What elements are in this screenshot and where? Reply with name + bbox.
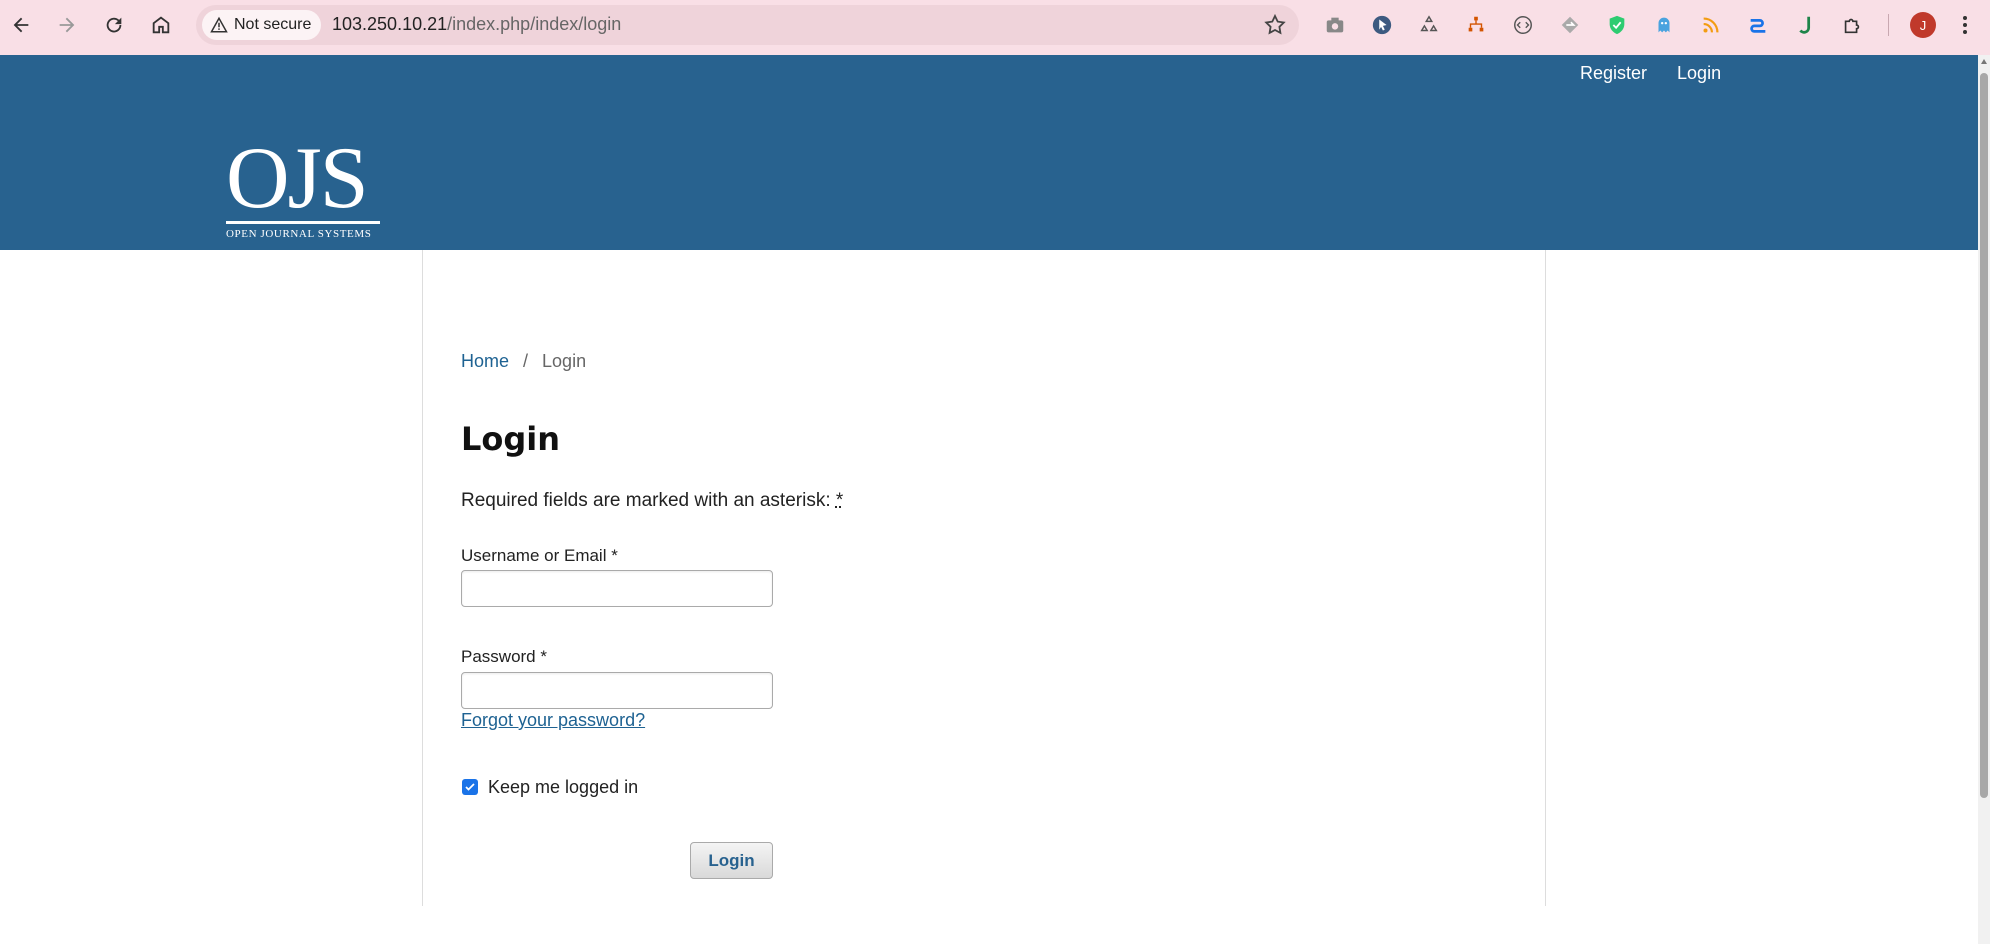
reload-icon[interactable] xyxy=(99,10,129,40)
profile-initial: J xyxy=(1919,17,1927,33)
cursor-extension-icon[interactable] xyxy=(1369,12,1395,38)
shield-extension-icon[interactable] xyxy=(1604,12,1630,38)
code-extension-icon[interactable] xyxy=(1510,12,1536,38)
password-input[interactable] xyxy=(461,672,773,709)
logo-tagline: OPEN JOURNAL SYSTEMS xyxy=(226,228,372,240)
required-note-text: Required fields are marked with an aster… xyxy=(461,490,831,511)
breadcrumb: Home / Login xyxy=(461,351,586,372)
checkmark-icon xyxy=(465,783,475,791)
translate-extension-icon[interactable] xyxy=(1745,12,1771,38)
required-fields-note: Required fields are marked with an aster… xyxy=(461,490,843,512)
username-label: Username or Email * xyxy=(461,546,618,565)
j-extension-icon[interactable] xyxy=(1792,12,1818,38)
ojs-logo[interactable]: OJS OPEN JOURNAL SYSTEMS xyxy=(226,130,380,243)
logo-mark: OJS xyxy=(226,130,369,227)
scroll-up-arrow-icon[interactable] xyxy=(1981,59,1987,64)
sitemap-extension-icon[interactable] xyxy=(1463,12,1489,38)
url-host: 103.250.10.21 xyxy=(332,14,448,34)
breadcrumb-current: Login xyxy=(542,351,587,371)
browser-menu-icon[interactable] xyxy=(1955,12,1975,38)
bookmark-star-icon[interactable] xyxy=(1263,13,1287,37)
required-asterisk: * xyxy=(835,490,844,511)
breadcrumb-home-link[interactable]: Home xyxy=(461,351,509,372)
ghost-extension-icon[interactable] xyxy=(1651,12,1677,38)
back-icon[interactable] xyxy=(6,10,36,40)
password-label: Password * xyxy=(461,647,547,666)
recycle-extension-icon[interactable] xyxy=(1416,12,1442,38)
forgot-password-link[interactable]: Forgot your password? xyxy=(461,710,645,731)
site-header: Register Login OJS OPEN JOURNAL SYSTEMS xyxy=(0,55,1978,250)
toolbar-divider xyxy=(1888,14,1889,36)
profile-avatar[interactable]: J xyxy=(1910,12,1936,38)
rss-extension-icon[interactable] xyxy=(1698,12,1724,38)
login-submit-button[interactable]: Login xyxy=(690,842,773,879)
url-text[interactable]: 103.250.10.21/index.php/index/login xyxy=(332,14,621,35)
user-nav: Register Login xyxy=(1580,63,1721,84)
scrollbar-thumb[interactable] xyxy=(1980,73,1988,798)
username-input[interactable] xyxy=(461,570,773,607)
keep-logged-in-checkbox[interactable] xyxy=(462,779,478,795)
keep-logged-in-label[interactable]: Keep me logged in xyxy=(488,777,638,798)
home-icon[interactable] xyxy=(146,10,176,40)
page-title: Login xyxy=(461,420,561,458)
puzzle-extensions-icon[interactable] xyxy=(1839,12,1865,38)
login-link[interactable]: Login xyxy=(1677,63,1721,84)
diamond-extension-icon[interactable] xyxy=(1557,12,1583,38)
forward-icon[interactable] xyxy=(52,10,82,40)
security-indicator[interactable]: Not secure xyxy=(202,10,322,40)
page-scrollbar[interactable] xyxy=(1978,55,1990,944)
register-link[interactable]: Register xyxy=(1580,63,1647,84)
browser-toolbar: Not secure 103.250.10.21/index.php/index… xyxy=(0,0,1990,55)
url-path: /index.php/index/login xyxy=(447,14,622,34)
warning-icon xyxy=(210,16,228,33)
address-bar[interactable]: Not secure 103.250.10.21/index.php/index… xyxy=(196,5,1299,45)
camera-extension-icon[interactable] xyxy=(1322,12,1348,38)
breadcrumb-separator: / xyxy=(523,351,529,371)
security-label: Not secure xyxy=(234,16,312,33)
